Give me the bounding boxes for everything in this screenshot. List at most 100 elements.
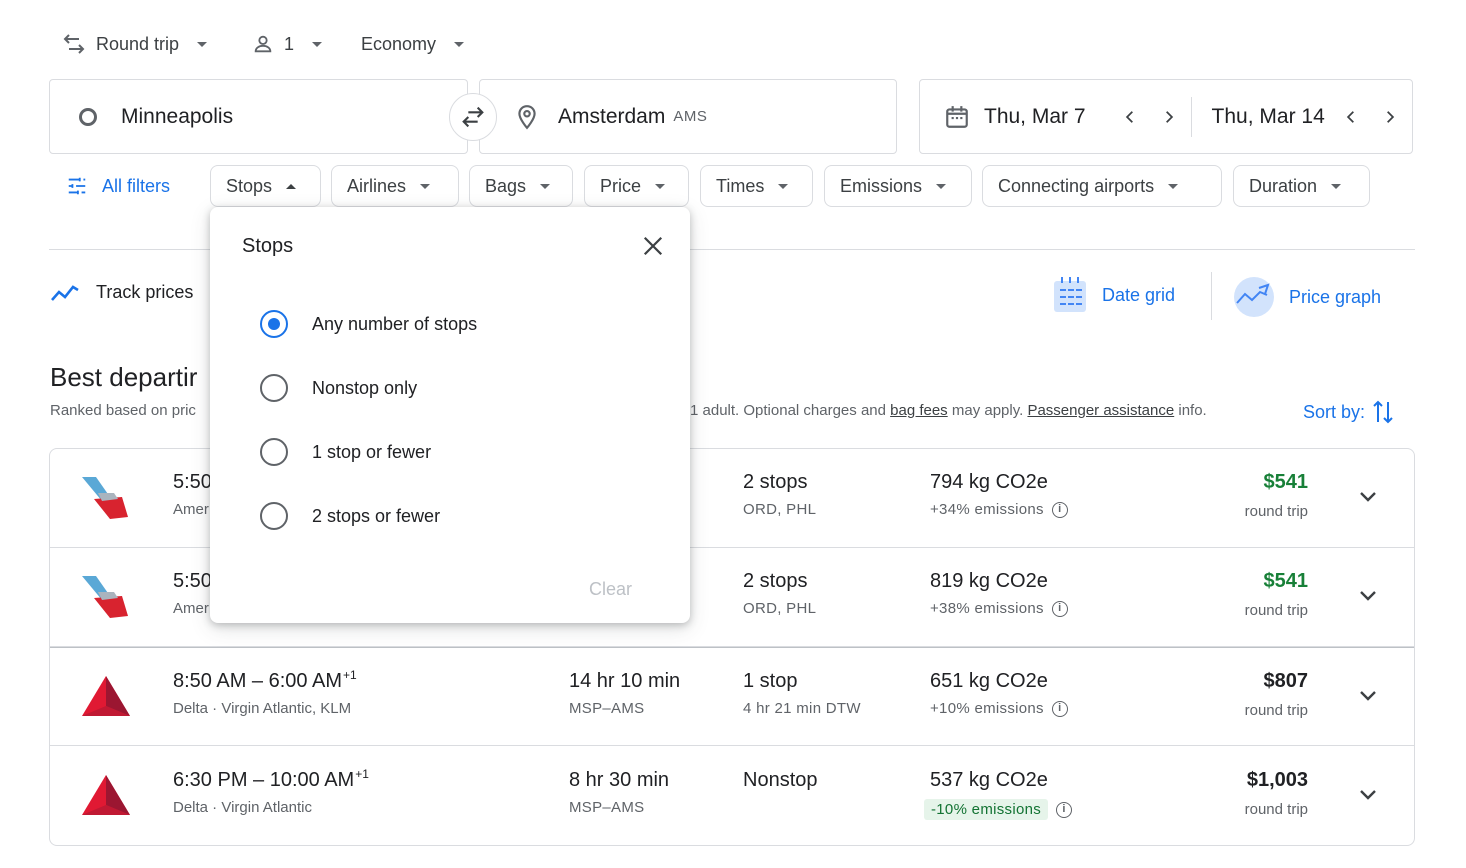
passengers-select[interactable]: 1 <box>252 28 323 60</box>
ranked-suffix-text: 1 adult. Optional charges and <box>690 402 891 419</box>
flight-emissions: +38% emissions i <box>930 600 1068 617</box>
trip-type-select[interactable]: Round trip <box>62 28 208 60</box>
chip-label: Connecting airports <box>998 175 1155 196</box>
chevron-up-icon <box>286 183 297 189</box>
radio-icon[interactable] <box>260 374 288 402</box>
swap-icon <box>462 106 484 128</box>
flight-emissions: +10% emissions i <box>930 700 1068 717</box>
radio-icon[interactable] <box>260 502 288 530</box>
flight-price-type: round trip <box>1244 602 1308 619</box>
destination-value: Amsterdam <box>558 104 666 128</box>
chevron-down-icon <box>312 41 323 47</box>
flight-airline: Amer <box>173 600 209 617</box>
destination-input[interactable]: Amsterdam AMS <box>479 79 897 154</box>
passengers-count: 1 <box>284 33 295 54</box>
flight-times: 8:50 AM – 6:00 AM+1 <box>173 668 357 693</box>
stops-option-two-or-fewer[interactable]: 2 stops or fewer <box>260 501 440 531</box>
sort-by-button[interactable]: Sort by: <box>1303 398 1395 426</box>
stops-option-nonstop[interactable]: Nonstop only <box>260 373 417 403</box>
passenger-assistance-link[interactable]: Passenger assistance <box>1027 402 1174 419</box>
cabin-class-select[interactable]: Economy <box>361 28 465 60</box>
filter-chip-stops[interactable]: Stops <box>210 165 321 207</box>
ranked-suffix-text: may apply. <box>947 402 1028 419</box>
chip-label: Stops <box>226 175 273 196</box>
chip-label: Airlines <box>347 175 407 196</box>
expand-chevron-icon[interactable] <box>1356 485 1380 509</box>
chip-label: Bags <box>485 175 527 196</box>
flight-airline: Amer <box>173 501 209 518</box>
date-grid-button[interactable]: Date grid <box>1052 276 1175 314</box>
info-icon[interactable]: i <box>1051 600 1068 617</box>
depart-next-icon[interactable] <box>1157 105 1181 129</box>
expand-chevron-icon[interactable] <box>1356 783 1380 807</box>
flight-stop-detail: 4 hr 21 min DTW <box>743 700 861 717</box>
trip-type-label: Round trip <box>96 33 180 54</box>
track-prices-toggle[interactable]: Track prices <box>50 282 193 303</box>
chip-label: Emissions <box>840 175 923 196</box>
dates-input[interactable]: Thu, Mar 7 Thu, Mar 14 <box>919 79 1413 154</box>
stops-option-any[interactable]: Any number of stops <box>260 309 477 339</box>
info-icon[interactable]: i <box>1051 700 1068 717</box>
flight-times-text: 5:50 <box>173 471 212 493</box>
flight-stop-detail: ORD, PHL <box>743 600 817 617</box>
sort-arrows-icon <box>1373 400 1393 424</box>
filter-chip-duration[interactable]: Duration <box>1233 165 1370 207</box>
swap-origin-destination-button[interactable] <box>449 93 497 141</box>
stops-option-one-or-fewer[interactable]: 1 stop or fewer <box>260 437 431 467</box>
flight-row[interactable]: 8:50 AM – 6:00 AM+1 Delta · Virgin Atlan… <box>50 647 1414 746</box>
filter-chip-times[interactable]: Times <box>700 165 813 207</box>
chip-label: Times <box>716 175 765 196</box>
origin-circle-icon <box>79 107 97 126</box>
stops-popover: Stops Any number of stops Nonstop only 1… <box>210 207 690 623</box>
track-prices-label: Track prices <box>96 282 194 302</box>
flight-price-type: round trip <box>1244 702 1308 719</box>
flight-co2: 537 kg CO2e <box>930 769 1048 791</box>
clear-button[interactable]: Clear <box>589 579 632 600</box>
flight-times: 6:30 PM – 10:00 AM+1 <box>173 767 369 792</box>
flight-stop-detail: ORD, PHL <box>743 501 817 518</box>
all-filters-button[interactable]: All filters <box>66 165 170 207</box>
tools-divider <box>1211 272 1212 320</box>
price-graph-button[interactable]: Price graph <box>1233 276 1381 318</box>
filter-chip-emissions[interactable]: Emissions <box>824 165 972 207</box>
filter-chip-connecting-airports[interactable]: Connecting airports <box>982 165 1222 207</box>
next-day-indicator: +1 <box>355 767 369 781</box>
popover-title: Stops <box>242 235 294 257</box>
flight-stops: Nonstop <box>743 769 818 791</box>
flight-times: 5:50 <box>173 570 212 593</box>
flight-duration: 8 hr 30 min <box>569 769 670 791</box>
radio-icon[interactable] <box>260 438 288 466</box>
flight-row[interactable]: 6:30 PM – 10:00 AM+1 Delta · Virgin Atla… <box>50 747 1414 845</box>
return-date[interactable]: Thu, Mar 14 <box>1212 105 1325 129</box>
origin-input[interactable]: Minneapolis <box>49 79 468 154</box>
chevron-down-icon <box>1168 183 1179 189</box>
expand-chevron-icon[interactable] <box>1356 584 1380 608</box>
flight-price-type: round trip <box>1244 503 1308 520</box>
depart-date[interactable]: Thu, Mar 7 <box>984 105 1086 129</box>
price-graph-icon <box>1234 277 1274 317</box>
chip-label: Duration <box>1249 175 1318 196</box>
location-pin-icon <box>518 104 536 129</box>
flight-co2: 794 kg CO2e <box>930 471 1048 493</box>
return-next-icon[interactable] <box>1378 105 1402 129</box>
filter-chip-airlines[interactable]: Airlines <box>331 165 459 207</box>
flight-emissions: -10% emissions i <box>924 799 1073 820</box>
filter-chip-price[interactable]: Price <box>584 165 689 207</box>
emissions-text: +10% emissions <box>930 700 1044 717</box>
bag-fees-link[interactable]: bag fees <box>890 402 948 419</box>
info-icon[interactable]: i <box>1056 801 1073 818</box>
info-icon[interactable]: i <box>1051 501 1068 518</box>
expand-chevron-icon[interactable] <box>1356 684 1380 708</box>
stops-option-label: 1 stop or fewer <box>312 441 432 462</box>
radio-selected-icon[interactable] <box>260 310 288 338</box>
tune-icon <box>68 177 86 195</box>
depart-prev-icon[interactable] <box>1118 105 1142 129</box>
filter-chip-bags[interactable]: Bags <box>469 165 573 207</box>
flight-stops: 2 stops <box>743 471 808 493</box>
flight-times-text: 8:50 AM – 6:00 AM <box>173 670 342 692</box>
flight-stops: 1 stop <box>743 670 798 692</box>
return-prev-icon[interactable] <box>1339 105 1363 129</box>
chevron-down-icon <box>655 183 666 189</box>
close-popover-button[interactable] <box>638 231 668 261</box>
emissions-text: +38% emissions <box>930 600 1044 617</box>
